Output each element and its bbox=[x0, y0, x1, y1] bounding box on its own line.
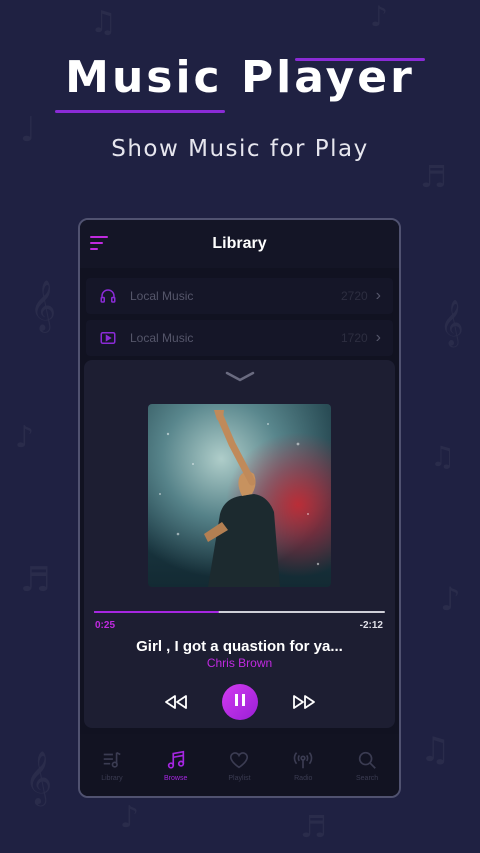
list-item-label: Local Music bbox=[130, 331, 194, 345]
progress-fill bbox=[94, 611, 220, 613]
heart-icon bbox=[228, 748, 250, 772]
video-icon bbox=[98, 328, 118, 348]
radio-icon bbox=[292, 748, 314, 772]
tab-browse[interactable]: Browse bbox=[151, 748, 201, 782]
headphones-icon bbox=[98, 286, 118, 306]
list-item[interactable]: Local Music 2720 › bbox=[86, 278, 393, 314]
page-title: Library bbox=[212, 235, 267, 252]
app-header: Library bbox=[80, 220, 399, 268]
now-playing-panel: 0:25 -2:12 Girl , I got a quastion for y… bbox=[84, 360, 395, 728]
chevron-down-icon[interactable] bbox=[224, 370, 256, 388]
song-title: Girl , I got a quastion for ya... bbox=[136, 638, 343, 655]
tab-radio[interactable]: Radio bbox=[278, 748, 328, 782]
library-icon bbox=[101, 748, 123, 772]
menu-icon[interactable] bbox=[90, 236, 108, 252]
tab-label: Search bbox=[355, 775, 379, 782]
tab-library[interactable]: Library bbox=[87, 748, 137, 782]
tab-playlist[interactable]: Playlist bbox=[214, 748, 264, 782]
fast-forward-icon[interactable] bbox=[286, 684, 322, 720]
tab-label: Library bbox=[101, 775, 123, 782]
tab-label: Playlist bbox=[228, 775, 251, 782]
pause-button[interactable] bbox=[221, 684, 258, 720]
album-cover bbox=[148, 404, 331, 587]
progress-bar[interactable] bbox=[94, 611, 385, 613]
library-list: Local Music 2720 › Local Music 1720 › bbox=[80, 278, 399, 356]
song-artist: Chris Brown bbox=[206, 656, 273, 670]
list-item-count: 2720 bbox=[340, 289, 368, 303]
bottom-tab-bar: Library Browse Playlist Radio Search bbox=[80, 734, 399, 796]
list-item-count: 1720 bbox=[340, 331, 368, 345]
phone-mockup: Library Local Music 2720 › Local Music 1… bbox=[78, 218, 401, 798]
chevron-right-icon: › bbox=[375, 287, 381, 304]
list-item-label: Local Music bbox=[130, 289, 194, 303]
search-icon bbox=[356, 748, 378, 772]
playback-controls bbox=[84, 684, 395, 720]
rewind-icon[interactable] bbox=[158, 684, 194, 720]
title-underline-left bbox=[55, 110, 225, 113]
tab-label: Radio bbox=[294, 775, 313, 782]
list-item[interactable]: Local Music 1720 › bbox=[86, 320, 393, 356]
pause-icon bbox=[234, 693, 246, 712]
promo-subtitle: Show Music for Play bbox=[111, 136, 369, 162]
tab-label: Browse bbox=[164, 775, 188, 782]
tab-search[interactable]: Search bbox=[342, 748, 392, 782]
remaining-time: -2:12 bbox=[359, 620, 383, 631]
chevron-right-icon: › bbox=[375, 329, 381, 346]
title-overline-right bbox=[295, 58, 425, 61]
music-note-icon bbox=[165, 748, 187, 772]
current-time: 0:25 bbox=[95, 620, 116, 631]
